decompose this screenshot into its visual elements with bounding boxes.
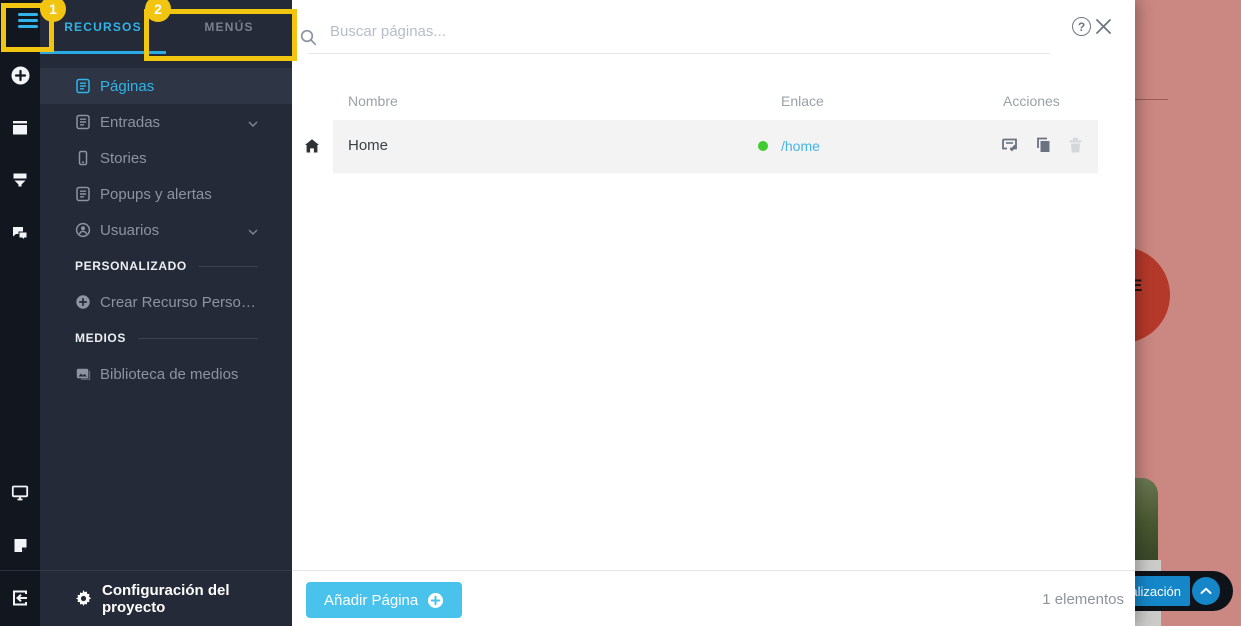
page-name: Home: [348, 137, 388, 154]
column-header-nombre: Nombre: [348, 93, 398, 109]
sidebar-item-entradas[interactable]: Entradas: [40, 104, 292, 140]
panel-footer: Añadir Página 1 elementos: [292, 570, 1135, 626]
project-settings-button[interactable]: Configuración del proyecto: [40, 570, 292, 626]
chevron-up-icon[interactable]: [1192, 577, 1220, 605]
user-icon: [75, 222, 91, 238]
rail-divider: [0, 570, 40, 571]
column-header-acciones: Acciones: [1003, 93, 1060, 109]
comments-icon[interactable]: [0, 213, 40, 253]
sidebar-item-label: Stories: [100, 150, 258, 167]
chevron-down-icon: [248, 114, 258, 131]
preview-divider: [1135, 99, 1168, 100]
help-icon[interactable]: ?: [1072, 17, 1091, 36]
archive-icon[interactable]: [0, 108, 40, 148]
document-icon: [75, 186, 91, 202]
gear-icon: [75, 590, 92, 607]
search-divider: [308, 53, 1050, 54]
desktop-icon[interactable]: [0, 473, 40, 513]
icon-rail: [0, 0, 40, 626]
publish-icon[interactable]: [0, 160, 40, 200]
preview-photo: [1135, 478, 1158, 562]
add-resource-icon[interactable]: [0, 55, 40, 95]
sidebar-item-usuarios[interactable]: Usuarios: [40, 212, 292, 248]
sidebar-item-label: Popups y alertas: [100, 186, 258, 203]
section-personalizado: PERSONALIZADO: [40, 248, 292, 284]
sidebar-item-popups[interactable]: Popups y alertas: [40, 176, 292, 212]
sidebar-item-crear-recurso[interactable]: Crear Recurso Personali...: [40, 284, 292, 320]
media-library-icon: [75, 366, 91, 382]
site-preview-strip: E Previsualización: [1135, 0, 1241, 626]
sidebar-item-label: Entradas: [100, 114, 242, 131]
pages-panel: ? Nombre Enlace Acciones Home /home: [292, 0, 1135, 626]
resources-sidebar: RECURSOS MENÚS Páginas Entradas Stories …: [40, 0, 292, 626]
exit-icon[interactable]: [0, 578, 40, 618]
sidebar-item-paginas[interactable]: Páginas: [40, 68, 292, 104]
delete-icon[interactable]: [1066, 136, 1085, 160]
published-status-dot: [758, 141, 768, 151]
app-window: E Previsualización: [0, 0, 1241, 626]
chevron-down-icon: [248, 222, 258, 239]
section-label: PERSONALIZADO: [75, 259, 187, 273]
sidebar-item-label: Páginas: [100, 78, 258, 95]
search-icon: [300, 29, 317, 51]
project-settings-label: Configuración del proyecto: [102, 582, 292, 616]
section-label: MEDIOS: [75, 331, 126, 345]
sidebar-item-biblioteca[interactable]: Biblioteca de medios: [40, 356, 292, 392]
add-page-label: Añadir Página: [324, 592, 418, 609]
sidebar-item-label: Biblioteca de medios: [100, 366, 258, 383]
notes-icon[interactable]: [0, 525, 40, 565]
sidebar-item-stories[interactable]: Stories: [40, 140, 292, 176]
section-medios: MEDIOS: [40, 320, 292, 356]
sidebar-menu: Páginas Entradas Stories Popups y alerta…: [40, 68, 292, 392]
close-icon[interactable]: [1093, 16, 1113, 36]
duplicate-icon[interactable]: [1034, 136, 1053, 160]
section-divider: [199, 266, 258, 267]
section-divider: [138, 338, 258, 339]
plus-circle-icon: [427, 592, 444, 609]
item-count: 1 elementos: [1042, 591, 1124, 608]
home-icon: [304, 138, 320, 159]
preview-button[interactable]: Previsualización: [1135, 576, 1190, 606]
sidebar-item-label: Crear Recurso Personali...: [100, 294, 258, 311]
column-header-enlace: Enlace: [781, 93, 824, 109]
phone-icon: [75, 150, 91, 166]
hamburger-menu-icon[interactable]: [18, 13, 38, 29]
document-icon: [75, 114, 91, 130]
document-icon: [75, 78, 91, 94]
tab-menus[interactable]: MENÚS: [166, 0, 292, 54]
edit-icon[interactable]: [1001, 136, 1020, 160]
preview-action-pill: Previsualización: [1135, 571, 1233, 611]
search-input[interactable]: [328, 22, 848, 41]
preview-overlay-letter: E: [1135, 276, 1143, 296]
sidebar-item-label: Usuarios: [100, 222, 242, 239]
plus-circle-icon: [75, 294, 91, 310]
search-bar: ?: [292, 0, 1135, 54]
page-link[interactable]: /home: [781, 138, 820, 154]
table-row[interactable]: Home /home: [333, 120, 1098, 173]
add-page-button[interactable]: Añadir Página: [306, 582, 462, 618]
